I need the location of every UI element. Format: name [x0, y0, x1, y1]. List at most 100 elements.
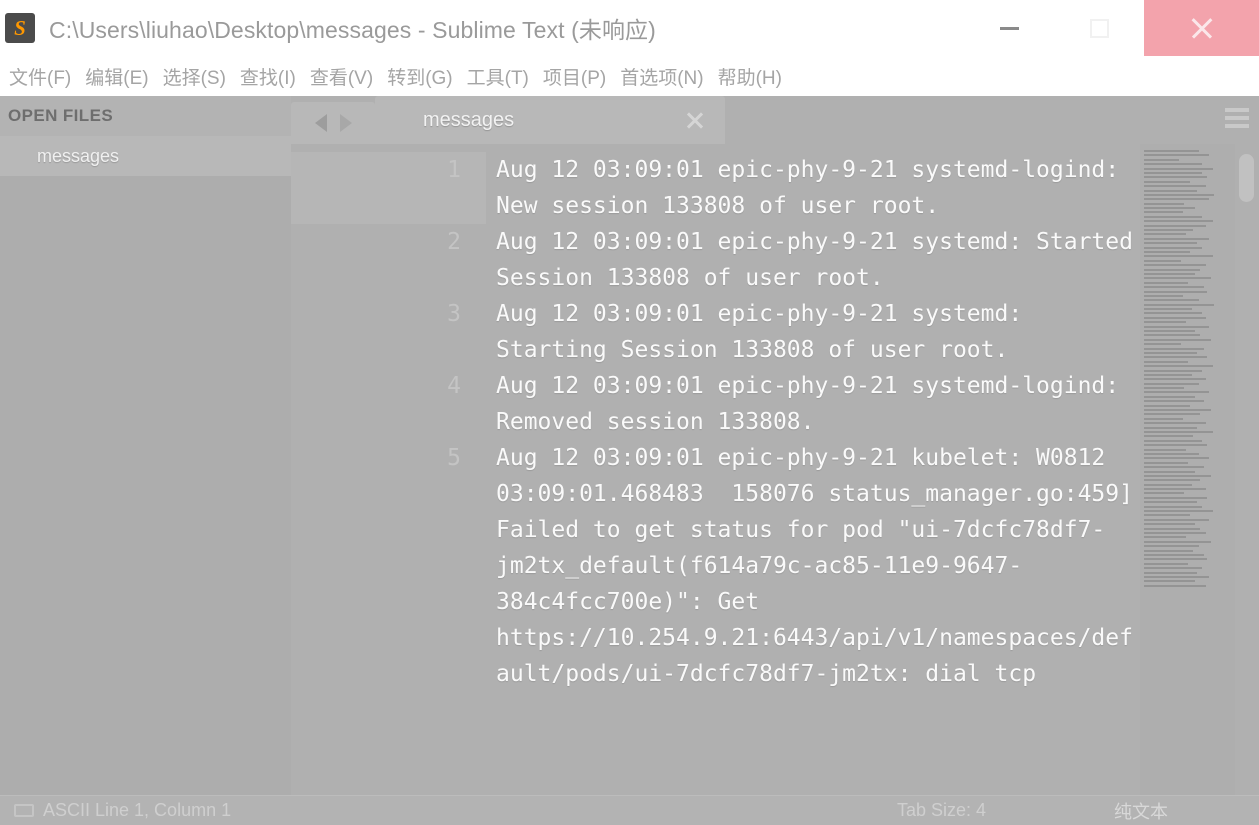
sidebar-item-messages[interactable]: messages	[0, 136, 291, 176]
minimap-line	[1144, 365, 1213, 368]
minimap-line	[1144, 167, 1213, 170]
line-number: 5	[447, 445, 461, 471]
minimap-line	[1144, 439, 1203, 442]
menu-item-6[interactable]: 工具(T)	[460, 63, 536, 90]
menu-item-7[interactable]: 项目(P)	[536, 63, 613, 90]
arrow-forward-icon[interactable]	[339, 114, 352, 132]
minimap-line	[1144, 229, 1194, 232]
minimap-line	[1144, 255, 1213, 258]
minimap-line	[1144, 163, 1203, 166]
minimap-line	[1144, 575, 1210, 578]
minimap[interactable]	[1140, 144, 1235, 795]
editor-area: 1 2 3 4 5 Aug 12 03:09:01 epic-phy-9-21 syst…	[291, 144, 1259, 795]
hamburger-bar	[1225, 116, 1249, 120]
minimap-line	[1144, 325, 1210, 328]
minimap-line	[1144, 496, 1208, 499]
minimap-line	[1144, 224, 1206, 227]
minimap-line	[1144, 207, 1196, 210]
menu-item-9[interactable]: 帮助(H)	[711, 63, 789, 90]
sublime-logo-letter: S	[14, 15, 26, 40]
minimap-line	[1144, 158, 1180, 161]
tab-close-icon[interactable]	[685, 110, 705, 130]
sublime-text-window: S C:\Users\liuhao\Desktop\messages - Sub…	[0, 0, 1259, 825]
minimap-line	[1144, 290, 1208, 293]
code-text-area[interactable]: Aug 12 03:09:01 epic-phy-9-21 systemd-lo…	[486, 144, 1140, 795]
minimap-line	[1144, 523, 1196, 526]
minimap-line	[1144, 351, 1197, 354]
minimap-line	[1144, 409, 1211, 412]
minimap-line	[1144, 580, 1196, 583]
minimap-line	[1144, 312, 1203, 315]
vertical-scrollbar[interactable]	[1235, 144, 1259, 795]
minimap-line	[1144, 435, 1194, 438]
minimap-line	[1144, 562, 1188, 565]
minimap-line	[1144, 215, 1203, 218]
window-controls	[964, 0, 1259, 56]
minimap-line	[1144, 452, 1199, 455]
tab-messages[interactable]: messages	[375, 96, 725, 144]
line-number: 3	[447, 301, 461, 327]
menu-item-4[interactable]: 查看(V)	[303, 63, 380, 90]
minimap-line	[1144, 378, 1206, 381]
minimap-line	[1144, 277, 1211, 280]
minimap-line	[1144, 545, 1199, 548]
tab-bar: messages	[291, 96, 1259, 144]
minimap-line	[1144, 567, 1203, 570]
sidebar-header-open-files: OPEN FILES	[0, 96, 291, 136]
minimap-line	[1144, 505, 1203, 508]
minimap-line	[1144, 444, 1208, 447]
minimap-line	[1144, 479, 1201, 482]
minimize-button[interactable]	[964, 0, 1054, 56]
menu-item-5[interactable]: 转到(G)	[380, 63, 459, 90]
minimap-line	[1144, 299, 1199, 302]
tab-label: messages	[423, 108, 515, 131]
minimap-line	[1144, 501, 1197, 504]
encoding-indicator-icon	[14, 804, 34, 817]
menu-item-0[interactable]: 文件(F)	[2, 63, 78, 90]
sidebar: OPEN FILES messages	[0, 96, 291, 795]
menu-item-8[interactable]: 首选项(N)	[613, 63, 710, 90]
line-number: 1	[291, 152, 486, 224]
code-line: Aug 12 03:09:01 epic-phy-9-21 kubelet: W…	[496, 445, 1133, 687]
maximize-icon	[1089, 18, 1109, 38]
hamburger-menu-icon[interactable]	[1225, 108, 1249, 128]
minimap-line	[1144, 286, 1204, 289]
status-tab-size[interactable]: Tab Size: 4	[897, 800, 986, 821]
minimap-line	[1144, 514, 1190, 517]
minimap-line	[1144, 185, 1206, 188]
minimap-line	[1144, 308, 1192, 311]
main-body: OPEN FILES messages messages 1 2 3 4 5 A…	[0, 96, 1259, 795]
minimap-line	[1144, 391, 1210, 394]
code-line: Aug 12 03:09:01 epic-phy-9-21 systemd: S…	[496, 301, 1037, 363]
minimap-line	[1144, 250, 1190, 253]
scrollbar-thumb[interactable]	[1239, 154, 1254, 202]
minimap-line	[1144, 488, 1206, 491]
maximize-button[interactable]	[1054, 0, 1144, 56]
minimap-line	[1144, 549, 1194, 552]
minimap-line	[1144, 369, 1203, 372]
minimap-line	[1144, 264, 1206, 267]
minimap-line	[1144, 387, 1185, 390]
minimap-line	[1144, 395, 1196, 398]
minimap-line	[1144, 360, 1188, 363]
minimap-line	[1144, 180, 1190, 183]
close-icon	[1189, 15, 1215, 41]
minimap-line	[1144, 417, 1183, 420]
close-button[interactable]	[1144, 0, 1259, 56]
editor-column: messages 1 2 3 4 5 Aug 12 03:09:01 epic-phy-…	[291, 96, 1259, 795]
minimap-line	[1144, 268, 1201, 271]
tab-nav-arrows[interactable]	[291, 102, 375, 144]
minimap-line	[1144, 483, 1192, 486]
arrow-left-icon[interactable]	[314, 114, 327, 132]
minimap-line	[1144, 492, 1185, 495]
minimap-line	[1144, 531, 1206, 534]
menu-item-3[interactable]: 查找(I)	[233, 63, 303, 90]
minimap-line	[1144, 272, 1196, 275]
status-syntax[interactable]: 纯文本	[1114, 798, 1168, 824]
menu-item-2[interactable]: 选择(S)	[156, 63, 233, 90]
minimap-line	[1144, 373, 1192, 376]
menu-item-1[interactable]: 编辑(E)	[78, 63, 155, 90]
minimap-line	[1144, 466, 1204, 469]
minimap-line	[1144, 316, 1206, 319]
minimap-line	[1144, 202, 1185, 205]
